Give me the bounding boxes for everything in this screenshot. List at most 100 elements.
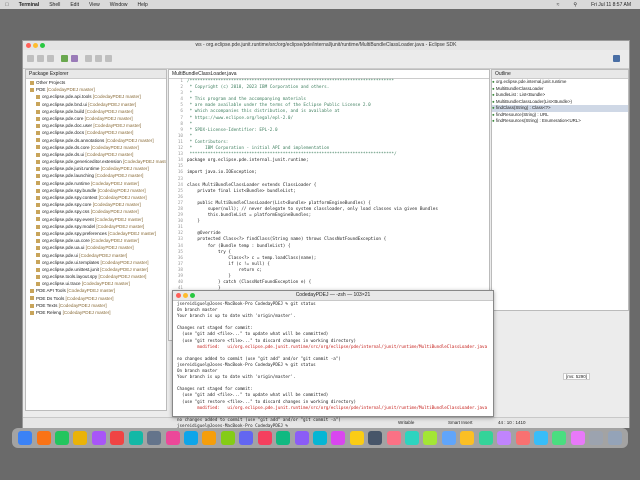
back-icon[interactable]: [95, 55, 102, 62]
tree-item[interactable]: org.eclipse.pde.ui.templates [CodedayPDE…: [26, 259, 166, 266]
dock-app-icon[interactable]: [184, 431, 198, 445]
dock-app-icon[interactable]: [607, 431, 622, 445]
dock-app-icon[interactable]: [276, 431, 291, 445]
tree-item[interactable]: org.eclipse.pde.junit.runtime [CodedayPD…: [26, 165, 166, 172]
dock-app-icon[interactable]: [405, 431, 420, 445]
tree-item[interactable]: PDE Ds Tools [CodedayPDEJ master]: [26, 295, 166, 302]
dock-app-icon[interactable]: [386, 431, 401, 445]
outline-tab[interactable]: Outline: [492, 70, 628, 79]
terminal-output[interactable]: jsereidiguel@Joses-MacBook-Pro CodedayPD…: [173, 301, 493, 429]
apple-icon[interactable]: : [0, 2, 14, 8]
wifi-icon[interactable]: ≈: [552, 2, 565, 8]
minimize-icon[interactable]: [33, 43, 38, 48]
tree-item[interactable]: org.eclipse.pde.spy.preferences [Codeday…: [26, 230, 166, 237]
print-icon[interactable]: [47, 55, 54, 62]
dock-app-icon[interactable]: [312, 431, 327, 445]
menu-app-terminal[interactable]: Terminal: [14, 2, 44, 8]
dock-app-icon[interactable]: [239, 431, 254, 445]
new-icon[interactable]: [27, 55, 34, 62]
save-icon[interactable]: [37, 55, 44, 62]
dock-app-icon[interactable]: [368, 431, 383, 445]
dock-app-icon[interactable]: [441, 431, 456, 445]
heap-status[interactable]: [ms: 5290]: [563, 373, 591, 380]
dock-app-icon[interactable]: [73, 431, 88, 445]
menu-help[interactable]: Help: [133, 2, 153, 8]
menu-edit[interactable]: Edit: [65, 2, 84, 8]
tree-item[interactable]: PDE Releng [CodedayPDEJ master]: [26, 309, 166, 316]
tree-item[interactable]: org.eclipse.pde.spy.event [CodedayPDEJ m…: [26, 216, 166, 223]
dock-app-icon[interactable]: [589, 431, 604, 445]
terminal-window[interactable]: CodedayPDEJ — -zsh — 103×21 jsereidiguel…: [172, 290, 494, 428]
tree-item[interactable]: org.eclipse.pde.core [CodedayPDEJ master…: [26, 115, 166, 122]
tree-item[interactable]: org.eclipse.pde.runtime [CodedayPDEJ mas…: [26, 180, 166, 187]
dock-app-icon[interactable]: [570, 431, 585, 445]
dock-app-icon[interactable]: [128, 431, 143, 445]
dock-app-icon[interactable]: [460, 431, 475, 445]
tree-item[interactable]: org.eclipse.pde.ds.annotations [CodedayP…: [26, 137, 166, 144]
dock-app-icon[interactable]: [165, 431, 180, 445]
tree-item[interactable]: org.eclipse.pde.ds.ui [CodedayPDEJ maste…: [26, 151, 166, 158]
tree-item[interactable]: org.eclipse.tools.layout.spy [CodedayPDE…: [26, 273, 166, 280]
search-icon[interactable]: ⚲: [568, 2, 582, 8]
tree-item[interactable]: org.eclipse.pde.unittest.junit [CodedayP…: [26, 266, 166, 273]
tree-item[interactable]: org.eclipse.pde.ua.ui [CodedayPDEJ maste…: [26, 244, 166, 251]
package-explorer-tab[interactable]: Package Explorer: [26, 70, 166, 79]
zoom-icon[interactable]: [40, 43, 45, 48]
tree-item[interactable]: org.eclipse.pde.spy.model [CodedayPDEJ m…: [26, 223, 166, 230]
tree-item[interactable]: org.eclipse.pde.genericeditor.extension …: [26, 158, 166, 165]
tree-item[interactable]: org.eclipse.pde.launching [CodedayPDEJ m…: [26, 172, 166, 179]
tree-item[interactable]: org.eclipse.pde.build [CodedayPDEJ maste…: [26, 108, 166, 115]
tree-item[interactable]: org.eclipse.pde.spy.core [CodedayPDEJ ma…: [26, 201, 166, 208]
dock-app-icon[interactable]: [423, 431, 438, 445]
dock-app-icon[interactable]: [55, 431, 70, 445]
run-icon[interactable]: [61, 55, 68, 62]
tree-item[interactable]: org.eclipse.pde.spy.context [CodedayPDEJ…: [26, 194, 166, 201]
tree-item[interactable]: org.eclipse.pde.doc.user [CodedayPDEJ ma…: [26, 122, 166, 129]
tree-item[interactable]: org.eclipse.pde.ds.core [CodedayPDEJ mas…: [26, 144, 166, 151]
tree-item[interactable]: org.eclipse.pde.docs [CodedayPDEJ master…: [26, 129, 166, 136]
dock-app-icon[interactable]: [331, 431, 346, 445]
tree-item[interactable]: org.eclipse.pde.spy.css [CodedayPDEJ mas…: [26, 208, 166, 215]
debug-icon[interactable]: [71, 55, 78, 62]
dock-app-icon[interactable]: [202, 431, 217, 445]
terminal-minimize-icon[interactable]: [183, 293, 188, 298]
search-icon[interactable]: [85, 55, 92, 62]
project-icon: [36, 167, 40, 172]
dock-app-icon[interactable]: [18, 431, 33, 445]
dock-app-icon[interactable]: [110, 431, 125, 445]
menu-view[interactable]: View: [84, 2, 105, 8]
tree-item[interactable]: org.eclipse.pde.spy.bundle [CodedayPDEJ …: [26, 187, 166, 194]
dock-app-icon[interactable]: [515, 431, 530, 445]
perspective-icon[interactable]: [613, 55, 620, 62]
menubar-clock[interactable]: Fri Jul 11 8:57 AM: [586, 2, 636, 8]
dock-app-icon[interactable]: [478, 431, 493, 445]
dock-app-icon[interactable]: [534, 431, 549, 445]
tree-item[interactable]: org.eclipse.pde.ua.core [CodedayPDEJ mas…: [26, 237, 166, 244]
tree-item[interactable]: org.eclipse.pde.bnd.ui [CodedayPDEJ mast…: [26, 101, 166, 108]
editor-tab[interactable]: MultiBundleClassLoader.java: [169, 70, 489, 79]
menu-window[interactable]: Window: [105, 2, 133, 8]
dock-app-icon[interactable]: [36, 431, 51, 445]
dock-app-icon[interactable]: [294, 431, 309, 445]
tree-item[interactable]: org.eclipse.ui.trace [CodedayPDEJ master…: [26, 280, 166, 287]
terminal-zoom-icon[interactable]: [190, 293, 195, 298]
dock-app-icon[interactable]: [552, 431, 567, 445]
dock-app-icon[interactable]: [220, 431, 235, 445]
tree-item[interactable]: PDE [CodedayPDEJ master]: [26, 86, 166, 93]
tree-item[interactable]: PDE API Tools [CodedayPDEJ master]: [26, 287, 166, 294]
tree-item[interactable]: PDE Texts [CodedayPDEJ master]: [26, 302, 166, 309]
terminal-close-icon[interactable]: [176, 293, 181, 298]
close-icon[interactable]: [26, 43, 31, 48]
code-text: public MultiBundleClassLoader(List<Bundl…: [187, 200, 371, 206]
outline-item[interactable]: ● findResources(String) : Enumeration<UR…: [492, 118, 628, 125]
dock-app-icon[interactable]: [257, 431, 272, 445]
dock-app-icon[interactable]: [91, 431, 106, 445]
tree-item[interactable]: org.eclipse.pde.api.tools [CodedayPDEJ m…: [26, 93, 166, 100]
tree-item[interactable]: org.eclipse.pde.ui [CodedayPDEJ master]: [26, 252, 166, 259]
dock-app-icon[interactable]: [147, 431, 162, 445]
dock-app-icon[interactable]: [497, 431, 512, 445]
tree-item[interactable]: Other Projects: [26, 79, 166, 86]
menu-shell[interactable]: Shell: [44, 2, 65, 8]
dock-app-icon[interactable]: [349, 431, 364, 445]
forward-icon[interactable]: [105, 55, 112, 62]
